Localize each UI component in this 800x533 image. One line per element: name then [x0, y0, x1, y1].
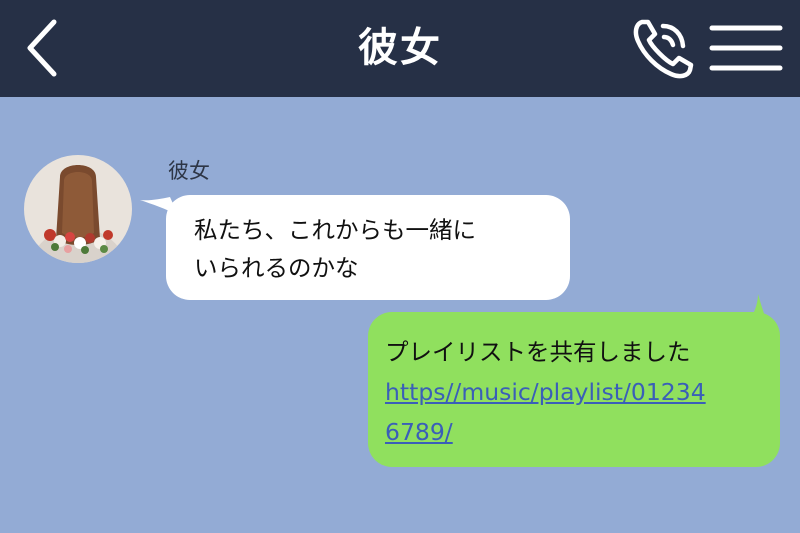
phone-icon	[633, 19, 694, 79]
menu-icon	[709, 25, 783, 71]
menu-button[interactable]	[708, 22, 784, 76]
outgoing-message-text: プレイリストを共有しました	[385, 338, 691, 366]
playlist-link[interactable]: https//music/playlist/01234 6789/	[385, 372, 780, 452]
avatar[interactable]	[24, 155, 132, 263]
sender-name: 彼女	[168, 159, 210, 183]
avatar-photo	[24, 155, 132, 263]
chat-header: 彼女	[0, 0, 800, 97]
incoming-message-bubble: 私たち、これからも一緒に いられるのかな	[166, 195, 570, 300]
outgoing-message-bubble: プレイリストを共有しました https//music/playlist/0123…	[368, 312, 780, 467]
call-button[interactable]	[628, 14, 702, 84]
